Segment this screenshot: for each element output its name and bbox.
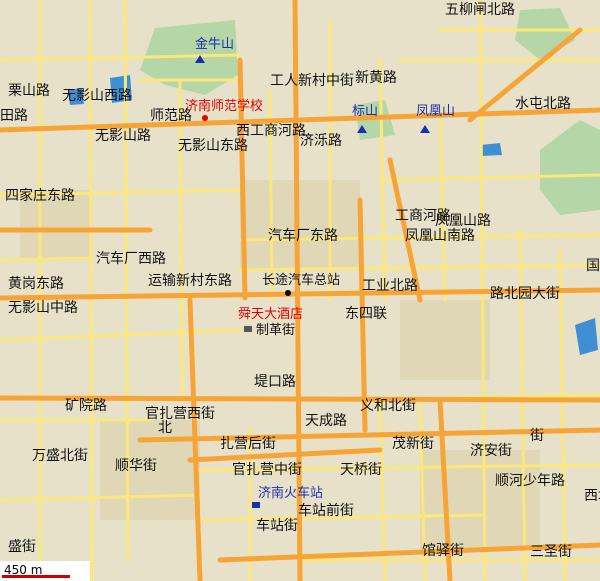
label-yihe-north: 义和北街 (360, 398, 416, 414)
label-maoxin-street: 茂新街 (392, 435, 434, 452)
label-gongren-xincun: 工人新村中街 (270, 73, 354, 89)
label-lishan-road: 栗山路 (8, 83, 50, 99)
label-sijiazhuang: 四家庄东路 (5, 187, 75, 204)
label-yunshu-xincun: 运输新村东路 (148, 273, 232, 289)
label-jiluo-road: 济泺路 (300, 133, 342, 149)
label-wuyingshan-road: 无影山路 (95, 128, 151, 144)
label-zhige-street: 制革街 (256, 323, 295, 338)
label-shuitun-road: 水屯北路 (515, 96, 571, 112)
label-wuyingshan-west: 无影山西路 (62, 88, 132, 104)
label-xigongshang-he: 西工商河路 (236, 123, 306, 139)
label-chezhan-qian: 车站前街 (298, 502, 354, 519)
label-huanggang: 黄岗东路 (8, 275, 64, 292)
label-wansheng-north: 万盛北街 (32, 448, 88, 464)
label-guo: 国 (586, 258, 600, 274)
label-beiyuan-street: 路北园大街 (490, 286, 560, 302)
scale-bar: 450 m (0, 561, 90, 581)
label-jinan-railway-station: 济南火车站 (258, 485, 323, 501)
label-fenghuangshan-south: 凤凰山南路 (405, 228, 475, 244)
label-sansheng-street: 三圣街 (530, 544, 572, 560)
label-bei: 北 (158, 420, 172, 436)
label-tiancheng-road: 天成路 (305, 413, 347, 429)
label-shifan-road: 师范路 (150, 107, 192, 124)
bus-station-marker (285, 290, 291, 296)
label-shunhua-street: 顺华街 (115, 458, 157, 474)
label-wuyingshan-middle: 无影山中路 (8, 300, 78, 316)
label-liulinbei: 五柳闸北路 (445, 1, 515, 18)
label-kuangyuan-road: 矿院路 (65, 398, 107, 414)
label-chezhan-street: 车站街 (256, 517, 298, 534)
label-tikou-road: 堤口路 (254, 374, 296, 390)
label-jian-street: 济安街 (470, 443, 512, 459)
label-gongye-north: 工业北路 (362, 278, 418, 294)
label-wuyingshan-east: 无影山东路 (178, 138, 248, 154)
label-guanzhaying-west: 官扎营西街 (145, 406, 215, 422)
scale-line (2, 575, 70, 578)
label-fenghuangshan-road: 凤凰山路 (435, 213, 491, 229)
label-qichechang-west: 汽车厂西路 (96, 250, 166, 267)
hotel-icon (244, 326, 252, 332)
label-jinan-normal-school: 济南师范学校 (185, 98, 263, 114)
label-jinniushan: 金牛山 (195, 36, 234, 52)
label-tianqiao-street: 天桥街 (340, 462, 382, 478)
label-guanyi-street: 馆驿街 (422, 543, 464, 559)
label-biaoshan: 标山 (352, 104, 378, 119)
label-shuntian-hotel: 舜天大酒店 (238, 307, 303, 322)
label-jie: 街 (530, 428, 544, 444)
label-fenghuangshan: 凤凰山 (416, 104, 455, 119)
school-marker (202, 115, 208, 121)
street-map[interactable]: 五柳闸北路 栗山路 田路 金牛山 济南师范学校 师范路 新黄路 标山 凤凰山 水… (0, 0, 600, 581)
label-zhaying-hou: 扎营后街 (220, 436, 276, 452)
label-long-distance-bus-station: 长途汽车总站 (262, 272, 340, 288)
label-dongsi: 东四联 (345, 306, 387, 322)
label-guanzhaying-middle: 官扎营中街 (232, 462, 302, 478)
label-xichenggen: 西城根街 (584, 488, 600, 504)
label-tian-road: 田路 (0, 108, 28, 124)
label-qichechang-east: 汽车厂东路 (268, 227, 338, 244)
label-xinhuang-road: 新黄路 (355, 69, 397, 86)
label-sheng-street: 盛街 (8, 539, 36, 555)
label-shaonian-road: 顺河少年路 (495, 473, 565, 489)
station-icon (252, 502, 260, 508)
